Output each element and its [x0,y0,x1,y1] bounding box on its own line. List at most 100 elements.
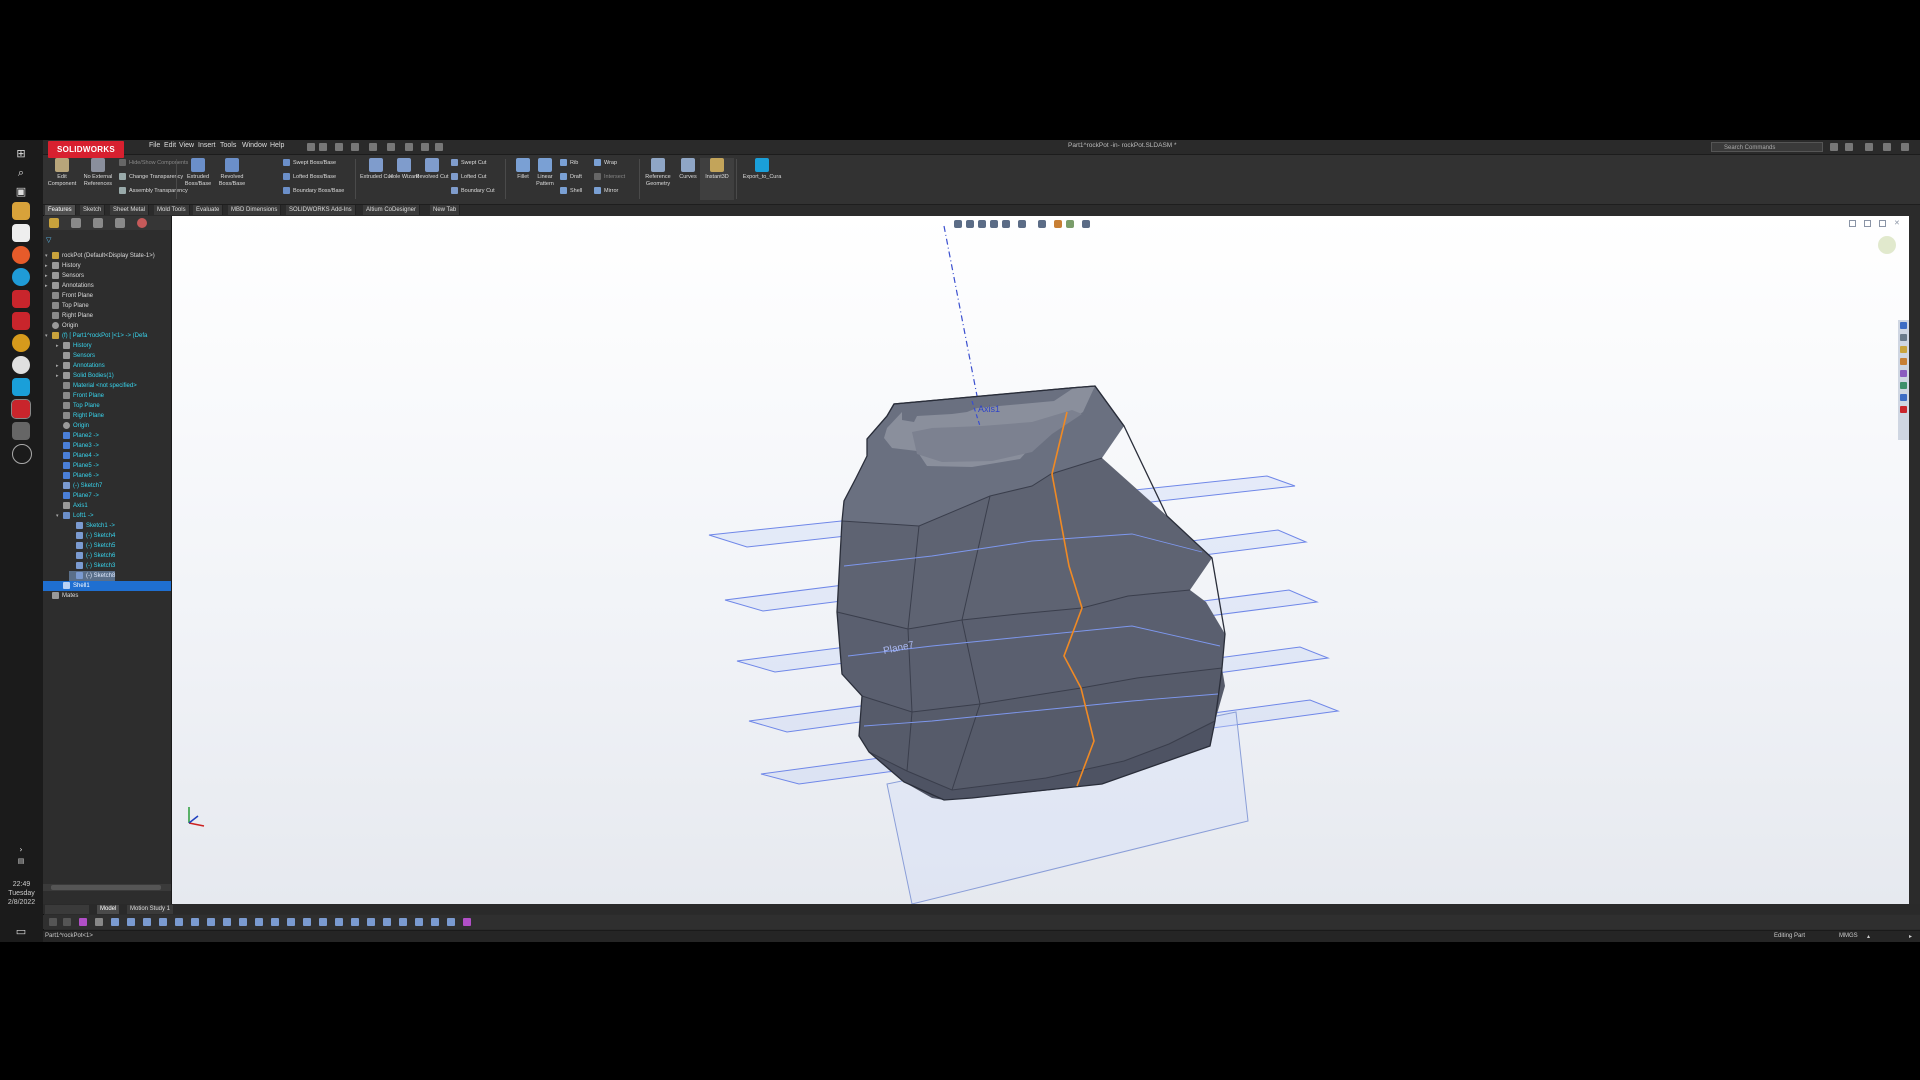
view-palette-icon[interactable] [1900,358,1907,365]
tree-item-plane6[interactable]: Plane6 -> [56,471,99,481]
file-explorer-pane-icon[interactable] [1900,346,1907,353]
circle-icon[interactable] [143,918,151,926]
tree-item-comp-history[interactable]: ▸ History [56,341,92,351]
display-manager-tab-icon[interactable] [137,218,147,228]
menu-edit[interactable]: Edit [164,142,176,149]
help-icon[interactable] [1845,143,1853,151]
status-expand-icon[interactable]: ▸ [1909,933,1912,940]
status-units[interactable]: MMGS [1839,933,1858,939]
tree-item-sketch3[interactable]: (-) Sketch3 [69,561,115,571]
wrap-button[interactable]: Wrap [594,159,617,166]
search-commands-input[interactable]: Search Commands [1711,142,1823,152]
tab-solidworks-addins[interactable]: SOLIDWORKS Add-Ins [286,205,356,215]
app-icon[interactable] [12,334,30,352]
section-view-icon[interactable] [990,220,998,228]
shaded-sketch-icon[interactable] [399,918,407,926]
tree-item-history[interactable]: ▸ History [45,261,81,271]
tree-item-comp-right-plane[interactable]: Right Plane [56,411,104,421]
filter-icon[interactable]: ▽ [46,236,51,244]
tab-evaluate[interactable]: Evaluate [193,205,224,215]
tray-network-icon[interactable]: ▤ [12,852,30,870]
scrollbar-thumb[interactable] [51,885,161,890]
pdm-icon[interactable] [1900,406,1907,413]
viewport-maximize-icon[interactable] [1879,220,1886,227]
graphics-area[interactable]: Axis1 Plane7 ✕ [172,216,1909,904]
axis1-line[interactable] [943,225,979,402]
tree-item-sensors[interactable]: ▸ Sensors [45,271,84,281]
undo-icon[interactable] [387,143,395,151]
revolved-boss-button[interactable]: Revolved Boss/Base [215,158,249,187]
display-style-icon[interactable] [1018,220,1026,228]
taskbar-clock[interactable]: 22:49 Tuesday 2/8/2022 [0,880,43,907]
solidworks-resources-icon[interactable] [1900,322,1907,329]
tab-motion-study[interactable]: Motion Study 1 [127,905,174,914]
tree-item-comp-top-plane[interactable]: Top Plane [56,401,100,411]
tree-item-plane4[interactable]: Plane4 -> [56,451,99,461]
add-relation-icon[interactable] [303,918,311,926]
mirror-button[interactable]: Mirror [594,187,618,194]
spline-icon[interactable] [175,918,183,926]
assembly-transparency-button[interactable]: Assembly Transparency [119,187,188,194]
tree-item-axis1[interactable]: Axis1 [56,501,88,511]
trim-icon[interactable] [239,918,247,926]
save-icon[interactable] [351,143,359,151]
new-icon[interactable] [319,143,327,151]
tree-item-solid-bodies[interactable]: ▸ Solid Bodies(1) [56,371,114,381]
print-icon[interactable] [369,143,377,151]
rebuild-icon[interactable] [421,143,429,151]
solidworks-pdm-icon[interactable] [12,312,30,330]
sketch-text-icon[interactable] [415,918,423,926]
quick-snaps-icon[interactable] [351,918,359,926]
hide-show-items-icon[interactable] [1038,220,1046,228]
property-manager-tab-icon[interactable] [71,218,81,228]
tree-item-origin[interactable]: Origin [45,321,78,331]
zoom-to-fit-icon[interactable] [954,220,962,228]
exit-sketch-icon[interactable] [463,918,471,926]
tree-root[interactable]: ▾ rockPot (Default<Display State-1>) [45,251,155,261]
instant2d-icon[interactable] [383,918,391,926]
firefox-icon[interactable] [12,246,30,264]
notepad-icon[interactable] [12,224,30,242]
boundary-boss-button[interactable]: Boundary Boss/Base [283,187,344,194]
tab-scroll-control[interactable] [45,905,89,914]
tree-item-comp-annotations[interactable]: ▸ Annotations [56,361,105,371]
tree-item-top-plane[interactable]: Top Plane [45,301,89,311]
tree-item-mates[interactable]: Mates [45,591,78,601]
design-library-icon[interactable] [1900,334,1907,341]
tab-new-tab[interactable]: New Tab [430,205,461,215]
rectangle-icon[interactable] [127,918,135,926]
tree-item-plane2[interactable]: Plane2 -> [56,431,99,441]
tree-item-comp-sensors[interactable]: Sensors [56,351,95,361]
arc-icon[interactable] [159,918,167,926]
draft-button[interactable]: Draft [560,173,582,180]
home-icon[interactable] [307,143,315,151]
search-icon[interactable]: ⌕ [12,164,30,182]
forum-icon[interactable] [1900,394,1907,401]
tree-item-plane7[interactable]: Plane7 -> [56,491,99,501]
offset-icon[interactable] [207,918,215,926]
tree-item-sketch8[interactable]: (-) Sketch8 [69,571,116,581]
tree-item-shell1[interactable]: Shell1 [43,581,171,591]
configuration-manager-tab-icon[interactable] [93,218,103,228]
tree-item-plane5[interactable]: Plane5 -> [56,461,99,471]
tree-item-sketch4[interactable]: (-) Sketch4 [69,531,115,541]
select-tool-icon[interactable] [95,918,103,926]
task-view-icon[interactable]: ▣ [12,182,30,200]
tree-item-annotations[interactable]: ▸ Annotations [45,281,94,291]
tab-mold-tools[interactable]: Mold Tools [154,205,190,215]
units-dropdown-icon[interactable]: ▴ [1867,933,1870,940]
start-icon[interactable]: ⊞ [12,144,30,162]
menu-help[interactable]: Help [270,142,284,149]
tree-item-material[interactable]: Material <not specified> [56,381,137,391]
package-icon[interactable] [12,422,30,440]
apply-scene-icon[interactable] [1066,220,1074,228]
close-icon[interactable] [1901,143,1909,151]
instant3d-button[interactable]: Instant3D [700,158,734,200]
file-explorer-icon[interactable] [12,202,30,220]
smart-dimension-icon[interactable] [79,918,87,926]
centerline-icon[interactable] [447,918,455,926]
tree-horizontal-scrollbar[interactable] [43,884,171,891]
dimxpert-tab-icon[interactable] [115,218,125,228]
previous-view-icon[interactable] [978,220,986,228]
reference-geometry-button[interactable]: Reference Geometry [641,158,675,187]
